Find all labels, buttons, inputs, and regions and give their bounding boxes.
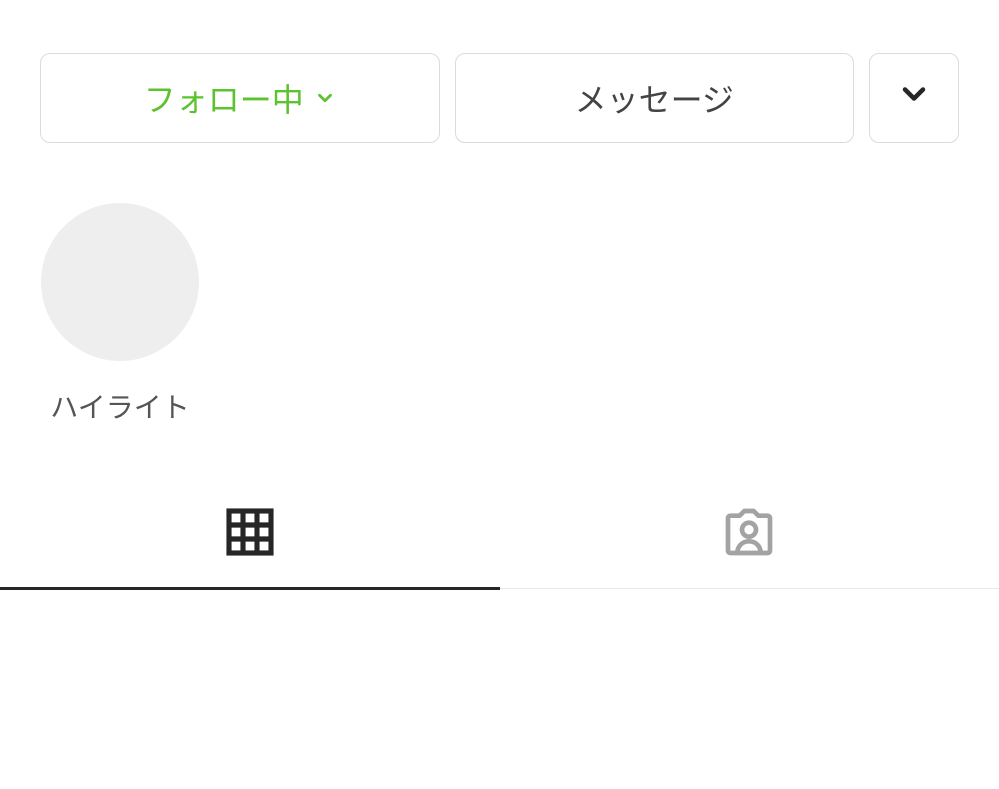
- chevron-down-icon: [896, 76, 932, 120]
- tab-tagged[interactable]: [500, 476, 999, 588]
- message-button[interactable]: メッセージ: [455, 53, 855, 143]
- highlight-label: ハイライト: [50, 386, 189, 426]
- action-button-row: フォロー中 メッセージ: [0, 0, 999, 143]
- tagged-icon: [721, 504, 777, 560]
- following-button[interactable]: フォロー中: [40, 53, 440, 143]
- highlight-thumbnail: [41, 203, 199, 361]
- tab-grid[interactable]: [0, 476, 500, 588]
- highlight-item[interactable]: ハイライト: [40, 203, 200, 426]
- profile-actions-container: フォロー中 メッセージ ハイライト: [0, 0, 999, 589]
- chevron-down-icon: [314, 87, 336, 109]
- grid-icon: [222, 504, 278, 560]
- message-label: メッセージ: [575, 75, 734, 121]
- profile-tabs: [0, 476, 999, 589]
- following-label: フォロー中: [144, 75, 304, 121]
- more-options-button[interactable]: [869, 53, 959, 143]
- highlights-section: ハイライト: [0, 203, 999, 426]
